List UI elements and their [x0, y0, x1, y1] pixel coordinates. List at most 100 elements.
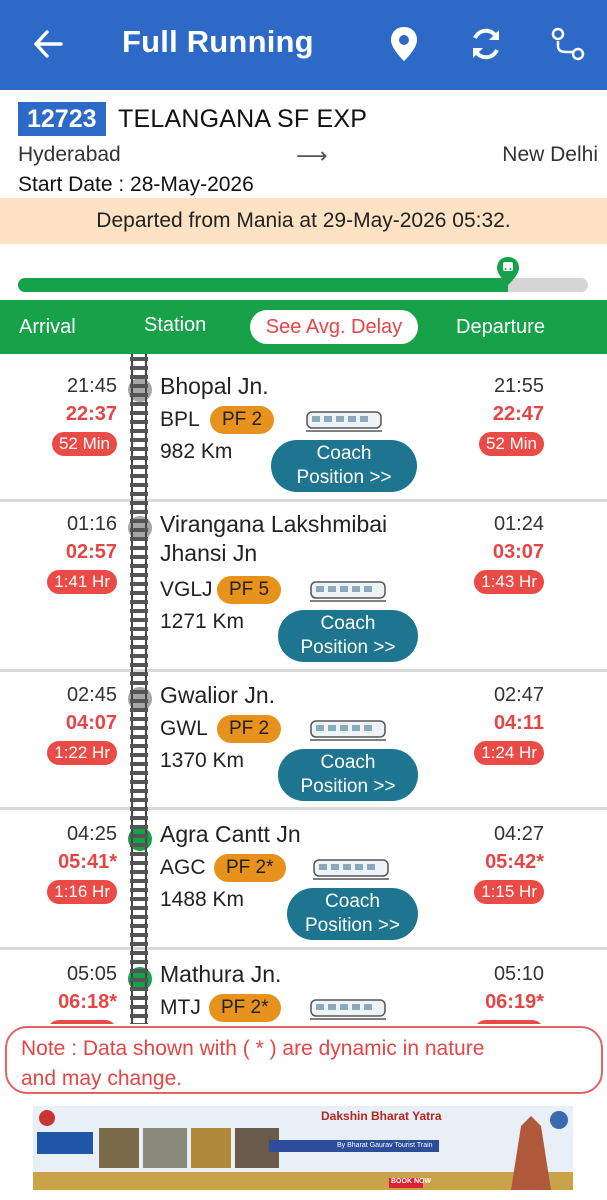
scheduled-arrival: 04:25 [66, 823, 117, 845]
train-number-badge: 12723 [18, 102, 106, 136]
coach-label: Coach [325, 891, 380, 912]
station-row[interactable]: 05:05 06:18* Mathura Jn. MTJ PF 2* 05:10… [0, 950, 607, 1024]
station-code: BPL [160, 408, 200, 431]
position-label: Position >> [300, 776, 396, 797]
railway-track-line [130, 354, 148, 1024]
actual-arrival: 22:37 [65, 403, 117, 425]
route-arrow-icon: ⟶ [296, 143, 328, 168]
platform-badge: PF 5 [217, 576, 282, 604]
position-label: Position >> [300, 637, 396, 658]
distance-km: 1271 Km [160, 610, 245, 633]
position-label: Position >> [296, 467, 392, 488]
departure-delay-badge: 1:15 Hr [474, 880, 544, 904]
banner-subtitle: By Bharat Gaurav Tourist Train [337, 1142, 433, 1149]
coach-label: Coach [320, 613, 376, 634]
scheduled-departure: 04:27 [493, 823, 544, 845]
train-position-pin-icon [496, 256, 520, 286]
coach-position-button[interactable]: Coach Position >> [287, 888, 418, 940]
distance-km: 1488 Km [160, 888, 245, 911]
arrival-delay-badge [47, 1020, 117, 1024]
start-date-value: 28-May-2026 [130, 173, 254, 196]
scheduled-arrival: 02:45 [66, 684, 117, 706]
banner-book-now[interactable]: BOOK NOW [391, 1178, 431, 1185]
start-date: Start Date : 28-May-2026 [18, 173, 254, 197]
train-coach-icon [310, 999, 386, 1020]
position-label: Position >> [304, 915, 401, 936]
back-arrow-icon[interactable] [28, 22, 68, 66]
station-code: MTJ [160, 996, 201, 1019]
station-row[interactable]: 02:45 04:07 1:22 Hr Gwalior Jn. GWL PF 2… [0, 672, 607, 810]
route-map-icon[interactable] [546, 22, 590, 66]
station-column-header: Station [144, 314, 207, 336]
refresh-icon[interactable] [464, 22, 508, 66]
station-code: AGC [160, 856, 206, 879]
station-row[interactable]: 01:16 02:57 1:41 Hr Virangana Lakshmibai… [0, 502, 607, 672]
distance-km: 1370 Km [160, 749, 245, 772]
departure-delay-badge [474, 1020, 544, 1024]
scheduled-arrival: 21:45 [66, 375, 117, 397]
note-line1: Note : Data shown with ( * ) are dynamic… [21, 1037, 485, 1060]
start-date-label: Start Date : [18, 173, 131, 196]
station-code: VGLJ [160, 578, 213, 601]
platform-badge: PF 2* [214, 854, 286, 882]
actual-arrival: 02:57 [65, 541, 117, 563]
coach-position-button[interactable]: Coach Position >> [278, 610, 418, 662]
train-name: TELANGANA SF EXP [118, 105, 368, 133]
scheduled-arrival: 01:16 [66, 513, 117, 535]
coach-position-button[interactable]: Coach Position >> [278, 749, 418, 801]
location-pin-icon[interactable] [382, 22, 426, 66]
column-header: Arrival Station See Avg. Delay Departure [0, 300, 607, 354]
source-station: Hyderabad [18, 143, 121, 166]
arrival-delay-badge: 1:22 Hr [47, 741, 117, 765]
actual-departure: 04:11 [493, 712, 544, 734]
station-name-line2: Jhansi Jn [160, 540, 258, 566]
train-coach-icon [313, 859, 389, 880]
station-name: Virangana Lakshmibai Jhansi Jn [160, 510, 387, 568]
running-status-text: Departed from Mania at 29-May-2026 05:32… [96, 209, 511, 232]
journey-progress-fill [18, 278, 508, 292]
app-bar: Full Running [0, 0, 607, 90]
distance-km: 982 Km [160, 440, 233, 463]
train-coach-icon [310, 581, 386, 602]
departure-column-header: Departure [456, 316, 545, 338]
promo-banner[interactable]: Dakshin Bharat Yatra By Bharat Gaurav To… [33, 1106, 573, 1190]
actual-arrival: 06:18* [58, 991, 117, 1013]
coach-label: Coach [316, 443, 372, 464]
arrival-column-header: Arrival [19, 316, 76, 338]
departure-delay-badge: 52 Min [478, 432, 544, 456]
station-code: GWL [160, 717, 208, 740]
station-name-line1: Virangana Lakshmibai [160, 511, 388, 537]
station-name: Agra Cantt Jn [160, 821, 301, 847]
actual-departure: 05:42* [485, 851, 544, 873]
actual-departure: 06:19* [485, 991, 544, 1013]
see-avg-delay-button[interactable]: See Avg. Delay [250, 310, 418, 344]
platform-badge: PF 2 [217, 715, 282, 743]
actual-arrival: 04:07 [65, 712, 117, 734]
dynamic-data-note: Note : Data shown with ( * ) are dynamic… [5, 1026, 603, 1094]
actual-departure: 03:07 [492, 541, 544, 563]
coach-label: Coach [320, 752, 376, 773]
arrival-delay-badge: 1:16 Hr [47, 880, 117, 904]
banner-artwork [33, 1106, 573, 1190]
departure-delay-badge: 1:24 Hr [474, 741, 544, 765]
scheduled-departure: 05:10 [493, 963, 544, 985]
train-coach-icon [310, 720, 386, 741]
station-list[interactable]: 21:45 22:37 52 Min Bhopal Jn. BPL PF 2 9… [0, 354, 607, 1024]
station-name: Bhopal Jn. [160, 373, 269, 399]
actual-departure: 22:47 [492, 403, 544, 425]
actual-arrival: 05:41* [58, 851, 117, 873]
scheduled-departure: 01:24 [493, 513, 544, 535]
station-name: Gwalior Jn. [160, 682, 276, 708]
running-status-banner: Departed from Mania at 29-May-2026 05:32… [0, 198, 607, 244]
platform-badge: PF 2 [210, 406, 275, 434]
page-title: Full Running [122, 24, 314, 59]
scheduled-arrival: 05:05 [66, 963, 117, 985]
scheduled-departure: 21:55 [493, 375, 544, 397]
departure-delay-badge: 1:43 Hr [474, 570, 544, 594]
station-name: Mathura Jn. [160, 961, 282, 987]
station-row[interactable]: 04:25 05:41* 1:16 Hr Agra Cantt Jn AGC P… [0, 810, 607, 950]
platform-badge: PF 2* [209, 994, 281, 1022]
coach-position-button[interactable]: Coach Position >> [271, 440, 417, 492]
arrival-delay-badge: 1:41 Hr [47, 570, 117, 594]
station-row[interactable]: 21:45 22:37 52 Min Bhopal Jn. BPL PF 2 9… [0, 354, 607, 502]
